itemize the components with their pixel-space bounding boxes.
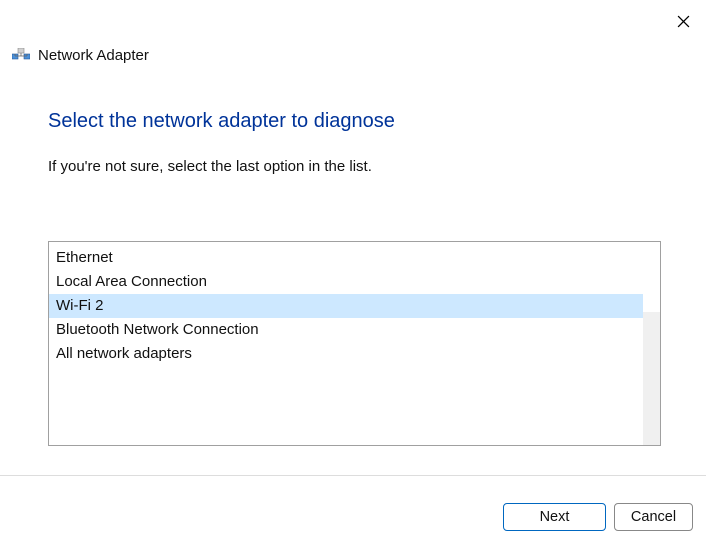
instruction-text: If you're not sure, select the last opti… bbox=[48, 158, 372, 175]
close-button[interactable] bbox=[674, 12, 692, 30]
page-heading: Select the network adapter to diagnose bbox=[48, 110, 395, 133]
list-item-label: Ethernet bbox=[56, 249, 113, 266]
list-item[interactable]: All network adapters bbox=[49, 342, 660, 366]
network-adapter-icon bbox=[12, 48, 30, 64]
close-icon bbox=[677, 15, 690, 28]
cancel-button[interactable]: Cancel bbox=[614, 503, 693, 531]
divider bbox=[0, 475, 706, 476]
scrollbar-track bbox=[643, 242, 660, 445]
header-title: Network Adapter bbox=[38, 47, 149, 64]
list-item-label: Bluetooth Network Connection bbox=[56, 321, 259, 338]
scrollbar-thumb[interactable] bbox=[643, 242, 660, 312]
list-item[interactable]: Wi-Fi 2 bbox=[49, 294, 660, 318]
list-item-label: Wi-Fi 2 bbox=[56, 297, 104, 314]
list-item-label: All network adapters bbox=[56, 345, 192, 362]
list-item[interactable]: Ethernet bbox=[49, 246, 660, 270]
list-item-label: Local Area Connection bbox=[56, 273, 207, 290]
list-item[interactable]: Local Area Connection bbox=[49, 270, 660, 294]
button-bar: Next Cancel bbox=[503, 503, 693, 531]
next-button[interactable]: Next bbox=[503, 503, 606, 531]
adapter-listbox[interactable]: Ethernet Local Area Connection Wi-Fi 2 Blue… bbox=[48, 241, 661, 446]
header: Network Adapter bbox=[12, 47, 149, 64]
list-item[interactable]: Bluetooth Network Connection bbox=[49, 318, 660, 342]
